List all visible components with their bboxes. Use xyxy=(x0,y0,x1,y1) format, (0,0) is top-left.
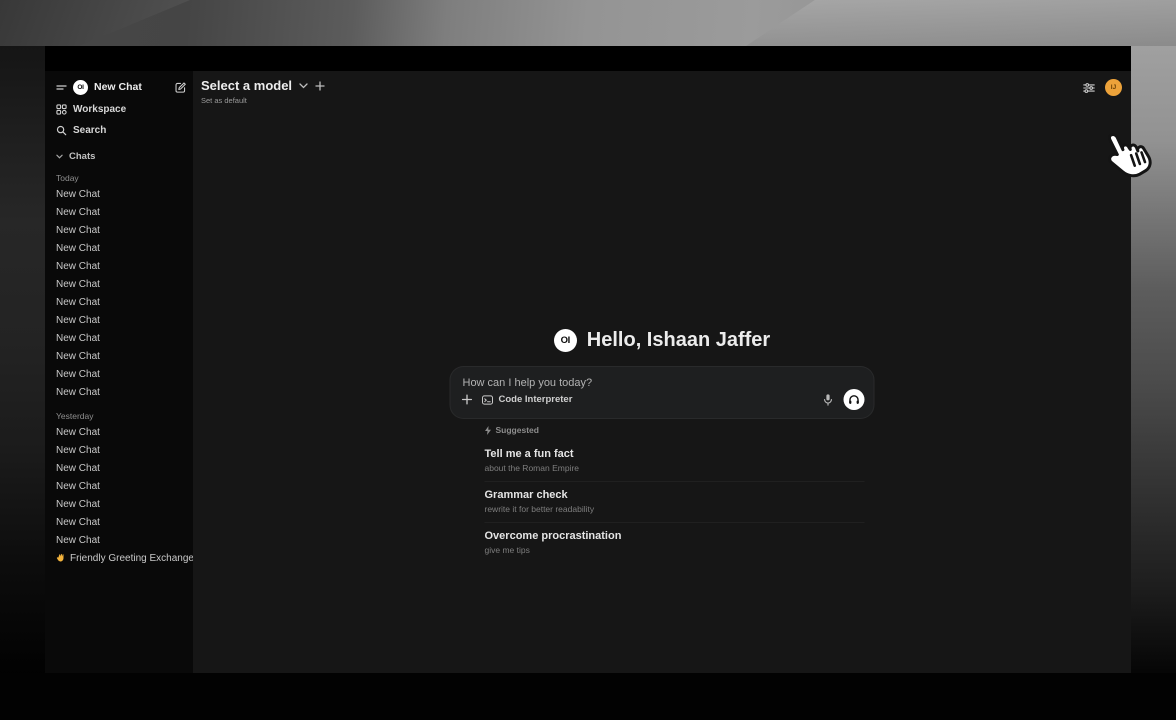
bolt-icon xyxy=(485,426,492,435)
greeting: OI Hello, Ishaan Jaffer xyxy=(193,329,1131,352)
microphone-icon xyxy=(822,393,835,407)
headphones-icon xyxy=(848,393,861,406)
app-window: OI New Chat xyxy=(45,46,1131,673)
sidebar-chat-item[interactable]: New Chat xyxy=(56,185,187,203)
sidebar-chat-item[interactable]: New Chat xyxy=(56,495,187,513)
suggestion-title: Grammar check xyxy=(485,489,865,501)
sidebar-chat-item[interactable]: New Chat xyxy=(56,365,187,383)
desktop-background-bottom xyxy=(0,673,1176,720)
edit-pencil-icon xyxy=(174,81,187,94)
suggestion-title: Tell me a fun fact xyxy=(485,448,865,460)
sidebar-item-label: Search xyxy=(73,125,106,136)
suggestion-list: Tell me a fun fact about the Roman Empire… xyxy=(485,441,875,563)
desktop-background-top xyxy=(0,0,1176,46)
top-right-controls: IJ xyxy=(1082,79,1122,96)
chat-group-label: Today xyxy=(56,171,187,185)
sidebar: OI New Chat xyxy=(45,71,193,673)
sidebar-header: OI New Chat xyxy=(56,78,187,96)
sidebar-chat-item[interactable]: New Chat xyxy=(56,423,187,441)
desktop: OI New Chat xyxy=(0,0,1176,720)
new-chat-button[interactable] xyxy=(174,81,187,94)
sidebar-chat-item[interactable]: New Chat xyxy=(56,257,187,275)
chats-section-toggle[interactable]: Chats xyxy=(56,150,187,163)
suggestion-item[interactable]: Grammar check rewrite it for better reada… xyxy=(485,482,865,523)
chats-section-label: Chats xyxy=(69,151,95,162)
message-composer: Code Interpreter xyxy=(450,366,875,419)
code-interpreter-toggle[interactable]: Code Interpreter xyxy=(482,394,573,405)
main-area: Select a model Set as default xyxy=(193,71,1131,673)
set-as-default-link[interactable]: Set as default xyxy=(201,96,325,105)
sidebar-chat-item[interactable]: New Chat xyxy=(56,221,187,239)
sidebar-chat-item[interactable]: New Chat xyxy=(56,293,187,311)
open-webui-app: OI New Chat xyxy=(45,71,1131,673)
chevron-down-icon xyxy=(299,83,308,89)
sidebar-chat-item[interactable]: New Chat xyxy=(56,311,187,329)
model-selector-label: Select a model xyxy=(201,78,292,93)
chat-groups: TodayNew ChatNew ChatNew ChatNew ChatNew… xyxy=(56,171,187,549)
sidebar-chat-item[interactable]: New Chat xyxy=(56,441,187,459)
suggestion-title: Overcome procrastination xyxy=(485,530,865,542)
sidebar-item-label: Workspace xyxy=(73,104,126,115)
code-interpreter-label: Code Interpreter xyxy=(499,394,573,405)
menu-icon xyxy=(56,83,67,92)
greeting-text: Hello, Ishaan Jaffer xyxy=(587,329,770,352)
desktop-background-left xyxy=(0,46,45,720)
sidebar-chat-item[interactable]: New Chat xyxy=(56,383,187,401)
sliders-icon xyxy=(1082,81,1096,95)
sidebar-toggle-button[interactable] xyxy=(56,83,67,92)
hand-pointer-cursor xyxy=(1101,127,1155,185)
sidebar-item-search[interactable]: Search xyxy=(56,123,187,138)
sidebar-chat-item[interactable]: New Chat xyxy=(56,513,187,531)
sidebar-chat-item-named[interactable]: Friendly Greeting Exchange xyxy=(56,549,187,567)
sidebar-chat-item[interactable]: New Chat xyxy=(56,477,187,495)
suggestion-item[interactable]: Overcome procrastination give me tips xyxy=(485,523,865,563)
suggestions-panel: Suggested Tell me a fun fact about the Ro… xyxy=(450,424,875,563)
sidebar-chat-item[interactable]: New Chat xyxy=(56,347,187,365)
waving-hand-icon xyxy=(56,553,66,563)
composer-toolbar: Code Interpreter xyxy=(462,389,865,410)
suggestion-subtitle: rewrite it for better readability xyxy=(485,504,865,514)
sidebar-chat-item[interactable]: New Chat xyxy=(56,459,187,477)
openwebui-logo-icon: OI xyxy=(73,80,88,95)
voice-input-button[interactable] xyxy=(822,393,835,407)
openwebui-logo-icon: OI xyxy=(554,329,577,352)
suggestions-label: Suggested xyxy=(496,425,539,435)
suggestions-header: Suggested xyxy=(485,424,875,436)
sidebar-chat-item[interactable]: New Chat xyxy=(56,203,187,221)
sidebar-chat-item[interactable]: New Chat xyxy=(56,329,187,347)
model-selector[interactable]: Select a model xyxy=(201,78,325,93)
suggestion-subtitle: give me tips xyxy=(485,545,865,555)
suggestion-subtitle: about the Roman Empire xyxy=(485,463,865,473)
sidebar-chat-item[interactable]: New Chat xyxy=(56,531,187,549)
terminal-icon xyxy=(482,395,494,405)
sidebar-chat-item[interactable]: New Chat xyxy=(56,275,187,293)
chat-group-label: Yesterday xyxy=(56,409,187,423)
window-titlebar xyxy=(45,46,1131,71)
attach-button[interactable] xyxy=(462,394,473,405)
chevron-down-icon xyxy=(56,154,63,159)
chat-item-label: Friendly Greeting Exchange xyxy=(70,553,193,564)
sidebar-item-workspace[interactable]: Workspace xyxy=(56,102,187,117)
add-model-button[interactable] xyxy=(315,81,325,91)
voice-call-button[interactable] xyxy=(844,389,865,410)
model-header: Select a model Set as default xyxy=(201,78,325,105)
sidebar-chat-item[interactable]: New Chat xyxy=(56,239,187,257)
controls-button[interactable] xyxy=(1082,81,1096,95)
search-icon xyxy=(56,125,67,136)
grid-icon xyxy=(56,104,67,115)
sidebar-title: New Chat xyxy=(94,81,142,93)
suggestion-item[interactable]: Tell me a fun fact about the Roman Empire xyxy=(485,441,865,482)
user-avatar[interactable]: IJ xyxy=(1105,79,1122,96)
